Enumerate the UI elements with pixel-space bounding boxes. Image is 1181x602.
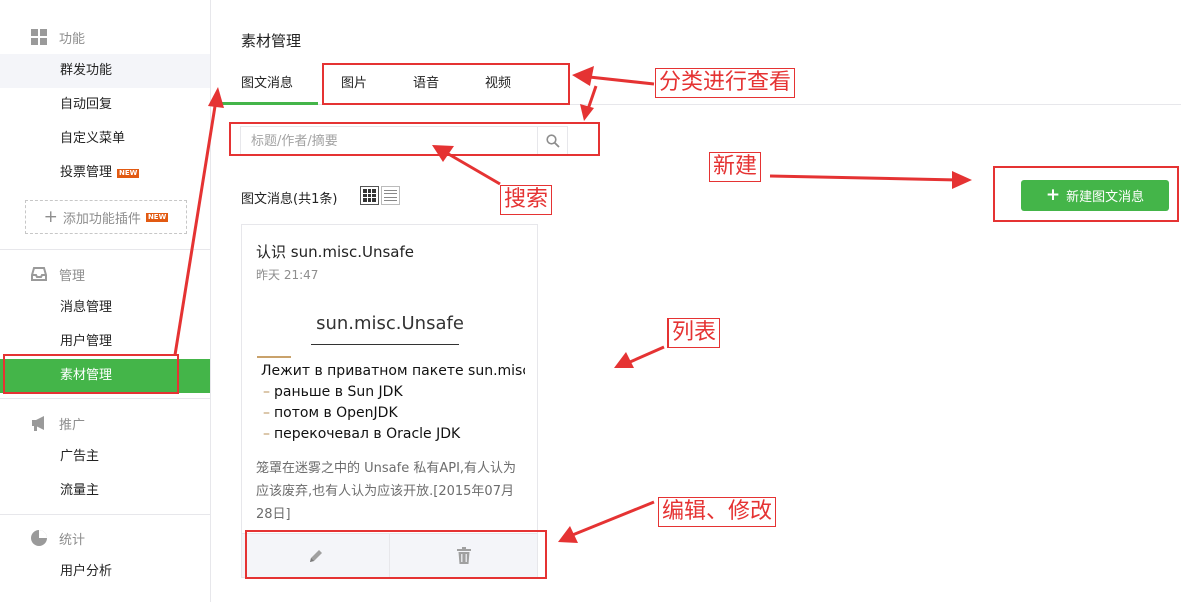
annotation-classify: 分类进行查看 (655, 68, 796, 98)
sidebar-item-mass-send[interactable]: 群发功能 (0, 54, 210, 88)
new-badge: NEW (145, 212, 169, 222)
plus-icon: + (43, 206, 58, 227)
annotation-search: 搜索 (500, 185, 553, 215)
news-card[interactable]: 认识 sun.misc.Unsafe 昨天 21:47 sun.misc.Uns… (241, 224, 538, 578)
cover-line: – перекочевал в Oracle JDK (263, 426, 461, 442)
pie-chart-icon (30, 529, 48, 547)
active-tab-indicator (222, 102, 318, 105)
sidebar-item-label: 群发功能 (60, 63, 113, 78)
card-cover-image: sun.misc.Unsafe Лежит в приватном пакете… (255, 293, 525, 448)
add-plugin-button[interactable]: + 添加功能插件 NEW (25, 200, 187, 234)
sidebar-item-label: 广告主 (60, 449, 100, 464)
cover-rule (311, 344, 459, 345)
cover-line: – раньше в Sun JDK (263, 384, 403, 400)
sidebar-group-promote: 推广 (30, 412, 85, 434)
new-badge: NEW (117, 169, 140, 178)
sidebar-item-label: 自动回复 (60, 97, 113, 112)
cover-accent (257, 356, 291, 358)
sidebar-item-auto-reply[interactable]: 自动回复 (0, 88, 210, 122)
card-time: 昨天 21:47 (256, 268, 319, 282)
grid-view-icon[interactable] (360, 186, 379, 205)
annotation-box-tabs (322, 63, 570, 105)
sidebar-item-vote[interactable]: 投票管理 NEW (0, 156, 210, 190)
annotation-box-search (229, 122, 600, 156)
divider (0, 398, 210, 399)
sidebar-group-function: 功能 (30, 26, 85, 48)
cover-line: – потом в OpenJDK (263, 405, 398, 421)
sidebar-item-custom-menu[interactable]: 自定义菜单 (0, 122, 210, 156)
sidebar-item-traffic-owner[interactable]: 流量主 (0, 474, 210, 508)
sidebar-item-user-analysis[interactable]: 用户分析 (0, 555, 210, 589)
megaphone-icon (30, 414, 48, 432)
annotation-list: 列表 (667, 318, 721, 348)
material-count-label: 图文消息(共1条) (241, 192, 338, 207)
sidebar-group-manage: 管理 (30, 263, 85, 285)
cover-line: Лежит в приватном пакете sun.misc (261, 363, 525, 379)
annotation-box-actions (245, 530, 547, 579)
cover-title: sun.misc.Unsafe (316, 313, 464, 334)
sidebar-item-label: 投票管理 (60, 165, 113, 180)
sidebar-item-label: 流量主 (60, 483, 100, 498)
sidebar-item-label: 用户分析 (60, 564, 113, 579)
grid-icon (30, 28, 48, 46)
divider (0, 249, 210, 250)
annotation-edit: 编辑、修改 (658, 497, 777, 527)
annotation-box-new (993, 166, 1179, 222)
sidebar-item-advertiser[interactable]: 广告主 (0, 440, 210, 474)
page-title: 素材管理 (241, 32, 302, 50)
inbox-icon (30, 265, 48, 283)
sidebar-item-label: 用户管理 (60, 334, 113, 349)
sidebar-item-message-manage[interactable]: 消息管理 (0, 291, 210, 325)
annotation-new: 新建 (709, 152, 762, 182)
card-title: 认识 sun.misc.Unsafe (256, 243, 414, 261)
sidebar: 功能 群发功能 自动回复 自定义菜单 投票管理 NEW + 添加功能插件 NEW … (0, 0, 211, 602)
divider (0, 514, 210, 515)
card-description: 笼罩在迷雾之中的 Unsafe 私有API,有人认为应该废弃,也有人认为应该开放… (256, 461, 517, 522)
sidebar-item-label: 自定义菜单 (60, 131, 126, 146)
annotation-box-sidebar (3, 354, 179, 394)
sidebar-group-stats: 统计 (30, 527, 85, 549)
tab-news[interactable]: 图文消息 (241, 72, 293, 91)
sidebar-item-label: 消息管理 (60, 300, 113, 315)
list-view-icon[interactable] (381, 186, 400, 205)
